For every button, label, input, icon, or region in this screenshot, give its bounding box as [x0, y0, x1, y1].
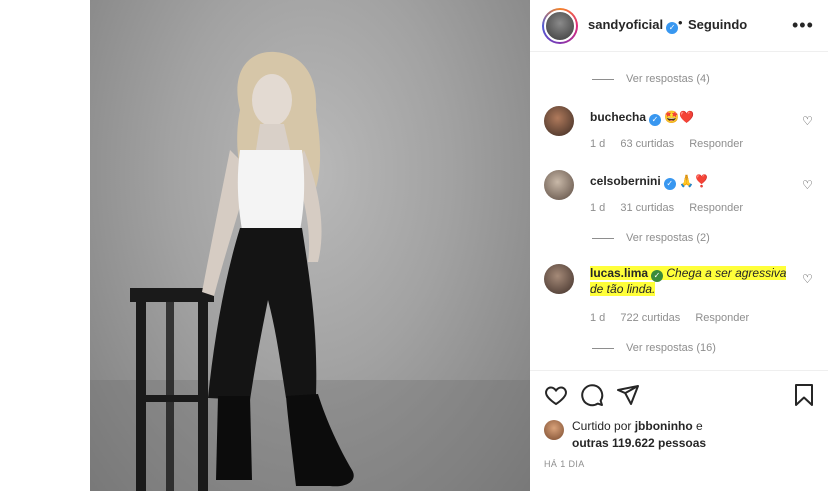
comment-highlight: lucas.lima ✓ Chega a ser agressiva	[590, 266, 787, 282]
comment-reply-button[interactable]: Responder	[689, 138, 743, 150]
replies-divider	[592, 78, 614, 80]
send-icon[interactable]	[616, 383, 640, 407]
comment-like-heart-icon[interactable]: ♡	[802, 114, 813, 128]
comment-like-heart-icon[interactable]: ♡	[802, 272, 813, 286]
verified-badge-icon: ✓	[651, 270, 664, 282]
comment-likes[interactable]: 63 curtidas	[620, 138, 674, 150]
view-replies-link-3[interactable]: Ver respostas (16)	[592, 342, 716, 354]
comment-likes[interactable]: 31 curtidas	[620, 202, 674, 214]
author-username[interactable]: sandyoficial ✓	[588, 17, 679, 34]
comment-age: 1 d	[590, 312, 606, 324]
bookmark-icon[interactable]	[792, 383, 816, 407]
comment-meta: 1 d 63 curtidas Responder	[590, 138, 755, 150]
liker-avatar[interactable]	[544, 420, 564, 440]
replies-divider	[592, 347, 614, 349]
post-side-panel: sandyoficial ✓ • Seguindo ••• Ver respost…	[530, 0, 828, 491]
comment-meta: 1 d 722 curtidas Responder	[590, 312, 761, 324]
comment-text: 🤩❤️	[664, 110, 695, 124]
comment-text-line1: Chega a ser agressiva	[666, 266, 787, 280]
comment-icon[interactable]	[580, 383, 604, 407]
post-timestamp[interactable]: HÁ 1 DIA	[544, 459, 585, 469]
comment-avatar[interactable]	[544, 106, 574, 136]
post-photo[interactable]	[90, 0, 530, 491]
verified-badge-icon: ✓	[666, 22, 679, 34]
comment-reply-button[interactable]: Responder	[695, 312, 749, 324]
comment-text: 🙏❣️	[679, 174, 709, 188]
comment-age: 1 d	[590, 202, 606, 214]
left-gutter	[0, 0, 90, 491]
heart-icon[interactable]	[544, 383, 568, 407]
replies-divider	[592, 237, 614, 239]
comment-body: buchecha ✓ 🤩❤️	[590, 110, 790, 126]
comment-likes[interactable]: 722 curtidas	[620, 312, 680, 324]
author-avatar[interactable]	[542, 8, 578, 44]
comment-meta: 1 d 31 curtidas Responder	[590, 202, 755, 214]
comment-username[interactable]: buchecha	[590, 110, 646, 124]
comment-reply-button[interactable]: Responder	[689, 202, 743, 214]
verified-badge-icon: ✓	[663, 178, 676, 190]
liker-username[interactable]: jbboninho	[635, 419, 693, 433]
author-username-text[interactable]: sandyoficial	[588, 17, 663, 32]
view-replies-link-2[interactable]: Ver respostas (2)	[592, 232, 710, 244]
post-header: sandyoficial ✓ • Seguindo •••	[530, 0, 828, 52]
post-photo-illustration	[90, 51, 530, 491]
comment-avatar[interactable]	[544, 170, 574, 200]
comment-body: celsobernini ✓ 🙏❣️	[590, 174, 790, 190]
comment-text-line2: de tão linda.	[590, 282, 656, 296]
likes-count-link[interactable]: outras 119.622 pessoas	[572, 436, 706, 450]
comment-avatar[interactable]	[544, 264, 574, 294]
comment-like-heart-icon[interactable]: ♡	[802, 178, 813, 192]
comment-body: lucas.lima ✓ Chega a ser agressiva de tão…	[590, 266, 790, 297]
more-options-icon[interactable]: •••	[792, 16, 814, 34]
header-separator: •	[678, 15, 683, 30]
verified-badge-icon: ✓	[649, 114, 662, 126]
comment-username[interactable]: lucas.lima	[590, 266, 648, 280]
comments-list[interactable]: Ver respostas (4) buchecha ✓ 🤩❤️ 1 d 63 c…	[530, 52, 828, 370]
following-button[interactable]: Seguindo	[688, 17, 747, 32]
view-replies-link-1[interactable]: Ver respostas (4)	[592, 73, 710, 85]
comment-username[interactable]: celsobernini	[590, 174, 661, 188]
post-actions-bar	[530, 370, 828, 416]
comment-age: 1 d	[590, 138, 606, 150]
likes-text: Curtido por jbboninho e outras 119.622 p…	[572, 419, 707, 450]
